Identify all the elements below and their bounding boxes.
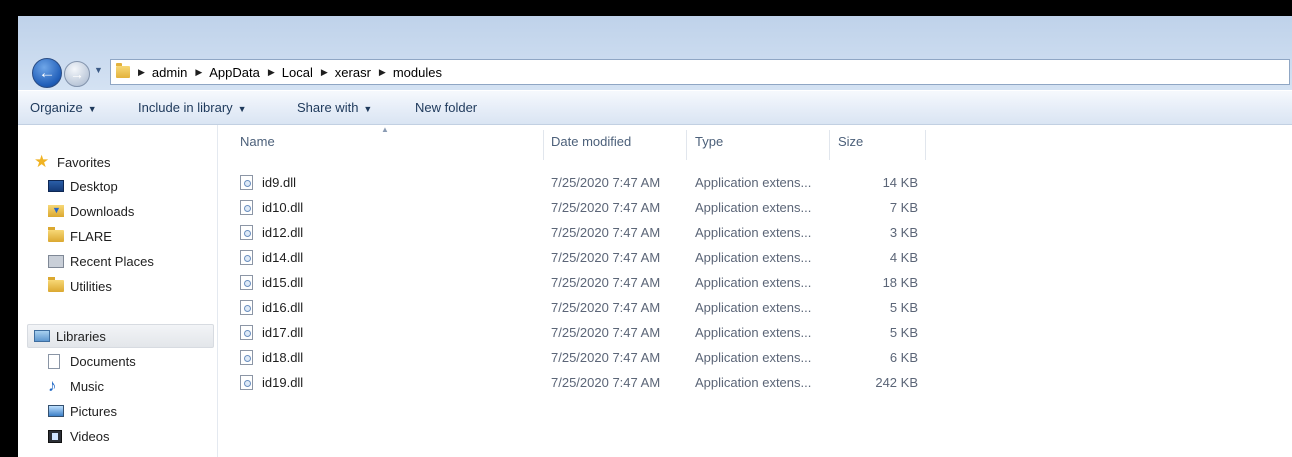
- column-divider[interactable]: [925, 130, 926, 160]
- chevron-down-icon: ▼: [87, 104, 97, 114]
- nav-utilities-label: Utilities: [70, 278, 112, 294]
- share-with-label: Share with: [297, 100, 359, 115]
- file-row[interactable]: id14.dll 7/25/2020 7:47 AM Application e…: [218, 246, 938, 271]
- chevron-down-icon: ▼: [94, 65, 103, 75]
- column-divider[interactable]: [829, 130, 830, 160]
- nav-libraries[interactable]: Libraries: [27, 324, 214, 348]
- nav-recent-places-label: Recent Places: [70, 253, 154, 269]
- include-in-library-button[interactable]: Include in library ▼: [138, 100, 247, 115]
- title-bar: ← → ▼ ▶ admin ▶ AppData ▶ Local ▶ xerasr…: [18, 16, 1292, 90]
- nav-downloads-label: Downloads: [70, 203, 135, 219]
- nav-documents-label: Documents: [70, 353, 136, 369]
- breadcrumb-separator-icon[interactable]: ▶: [138, 67, 145, 78]
- column-header-date-modified[interactable]: Date modified: [551, 134, 631, 149]
- back-arrow-icon: ←: [38, 63, 56, 82]
- file-row[interactable]: id15.dll 7/25/2020 7:47 AM Application e…: [218, 271, 938, 296]
- forward-button[interactable]: →: [64, 61, 90, 87]
- nav-documents[interactable]: Documents: [48, 350, 214, 372]
- music-note-icon: ♪: [48, 376, 57, 395]
- file-size: 242 KB: [875, 375, 918, 390]
- folder-icon: [116, 63, 130, 78]
- breadcrumb-admin[interactable]: admin: [152, 65, 187, 80]
- file-row[interactable]: id10.dll 7/25/2020 7:47 AM Application e…: [218, 196, 938, 221]
- nav-libraries-label: Libraries: [56, 328, 106, 344]
- nav-recent-places[interactable]: Recent Places: [48, 250, 214, 272]
- nav-music[interactable]: ♪ Music: [48, 375, 214, 397]
- breadcrumb-separator-icon[interactable]: ▶: [195, 67, 202, 78]
- new-folder-button[interactable]: New folder: [415, 100, 477, 115]
- desktop-icon: [48, 180, 64, 192]
- file-size: 5 KB: [889, 300, 918, 315]
- nav-favorites-label: Favorites: [57, 154, 111, 170]
- nav-music-label: Music: [70, 378, 104, 394]
- breadcrumb-xerasr[interactable]: xerasr: [335, 65, 371, 80]
- libraries-icon: [34, 330, 50, 342]
- sort-ascending-icon: ▲: [381, 125, 389, 134]
- chevron-down-icon: ▼: [237, 104, 247, 114]
- explorer-window: ← → ▼ ▶ admin ▶ AppData ▶ Local ▶ xerasr…: [18, 16, 1292, 457]
- organize-label: Organize: [30, 100, 83, 115]
- include-in-library-label: Include in library: [138, 100, 233, 115]
- breadcrumb-separator-icon[interactable]: ▶: [321, 67, 328, 78]
- file-row[interactable]: id18.dll 7/25/2020 7:47 AM Application e…: [218, 346, 938, 371]
- command-bar: Organize ▼ Include in library ▼ Share with…: [18, 90, 1292, 125]
- back-button[interactable]: ←: [32, 58, 62, 88]
- recent-places-icon: [48, 254, 64, 268]
- document-icon: [48, 353, 60, 369]
- address-bar[interactable]: ▶ admin ▶ AppData ▶ Local ▶ xerasr ▶ mod…: [110, 59, 1290, 85]
- pictures-icon: [48, 405, 64, 417]
- file-row[interactable]: id12.dll 7/25/2020 7:47 AM Application e…: [218, 221, 938, 246]
- nav-favorites[interactable]: ★ Favorites: [34, 151, 214, 173]
- file-size: 4 KB: [889, 250, 918, 265]
- forward-arrow-icon: →: [70, 66, 84, 82]
- nav-desktop[interactable]: Desktop: [48, 175, 214, 197]
- breadcrumb-local[interactable]: Local: [282, 65, 313, 80]
- file-row[interactable]: id17.dll 7/25/2020 7:47 AM Application e…: [218, 321, 938, 346]
- breadcrumb-separator-icon[interactable]: ▶: [379, 67, 386, 78]
- star-icon: ★: [34, 152, 50, 171]
- file-list: ▲ Name Date modified Type Size id9.dll 7…: [218, 125, 1292, 457]
- file-row[interactable]: id9.dll 7/25/2020 7:47 AM Application ex…: [218, 171, 938, 196]
- nav-flare-label: FLARE: [70, 228, 112, 244]
- nav-pictures[interactable]: Pictures: [48, 400, 214, 422]
- column-header-type[interactable]: Type: [695, 134, 723, 149]
- nav-downloads[interactable]: Downloads: [48, 200, 214, 222]
- new-folder-label: New folder: [415, 100, 478, 115]
- file-size: 14 KB: [882, 175, 918, 190]
- navigation-pane: ★ Favorites Desktop Downloads FLARE Rece…: [18, 125, 218, 457]
- file-size: 7 KB: [889, 200, 918, 215]
- file-row[interactable]: id19.dll 7/25/2020 7:47 AM Application e…: [218, 371, 938, 396]
- downloads-folder-icon: [48, 205, 64, 217]
- recent-locations-dropdown[interactable]: ▼: [94, 65, 103, 75]
- column-header-name[interactable]: Name: [240, 134, 275, 149]
- breadcrumb-modules[interactable]: modules: [393, 65, 442, 80]
- file-size: 6 KB: [889, 350, 918, 365]
- share-with-button[interactable]: Share with ▼: [297, 100, 372, 115]
- file-size: 18 KB: [882, 275, 918, 290]
- nav-videos-label: Videos: [70, 428, 110, 444]
- nav-flare[interactable]: FLARE: [48, 225, 214, 247]
- folder-icon: [48, 277, 64, 292]
- column-header-size[interactable]: Size: [838, 134, 863, 149]
- folder-icon: [48, 227, 64, 242]
- file-row[interactable]: id16.dll 7/25/2020 7:47 AM Application e…: [218, 296, 938, 321]
- nav-pictures-label: Pictures: [70, 403, 117, 419]
- breadcrumb-appdata[interactable]: AppData: [209, 65, 260, 80]
- column-divider[interactable]: [686, 130, 687, 160]
- chevron-down-icon: ▼: [363, 104, 373, 114]
- nav-desktop-label: Desktop: [70, 178, 118, 194]
- nav-videos[interactable]: Videos: [48, 425, 214, 447]
- organize-button[interactable]: Organize ▼: [30, 100, 97, 115]
- breadcrumb-separator-icon[interactable]: ▶: [268, 67, 275, 78]
- nav-utilities[interactable]: Utilities: [48, 275, 214, 297]
- video-icon: [48, 429, 62, 443]
- file-size: 5 KB: [889, 325, 918, 340]
- column-divider[interactable]: [543, 130, 544, 160]
- file-size: 3 KB: [889, 225, 918, 240]
